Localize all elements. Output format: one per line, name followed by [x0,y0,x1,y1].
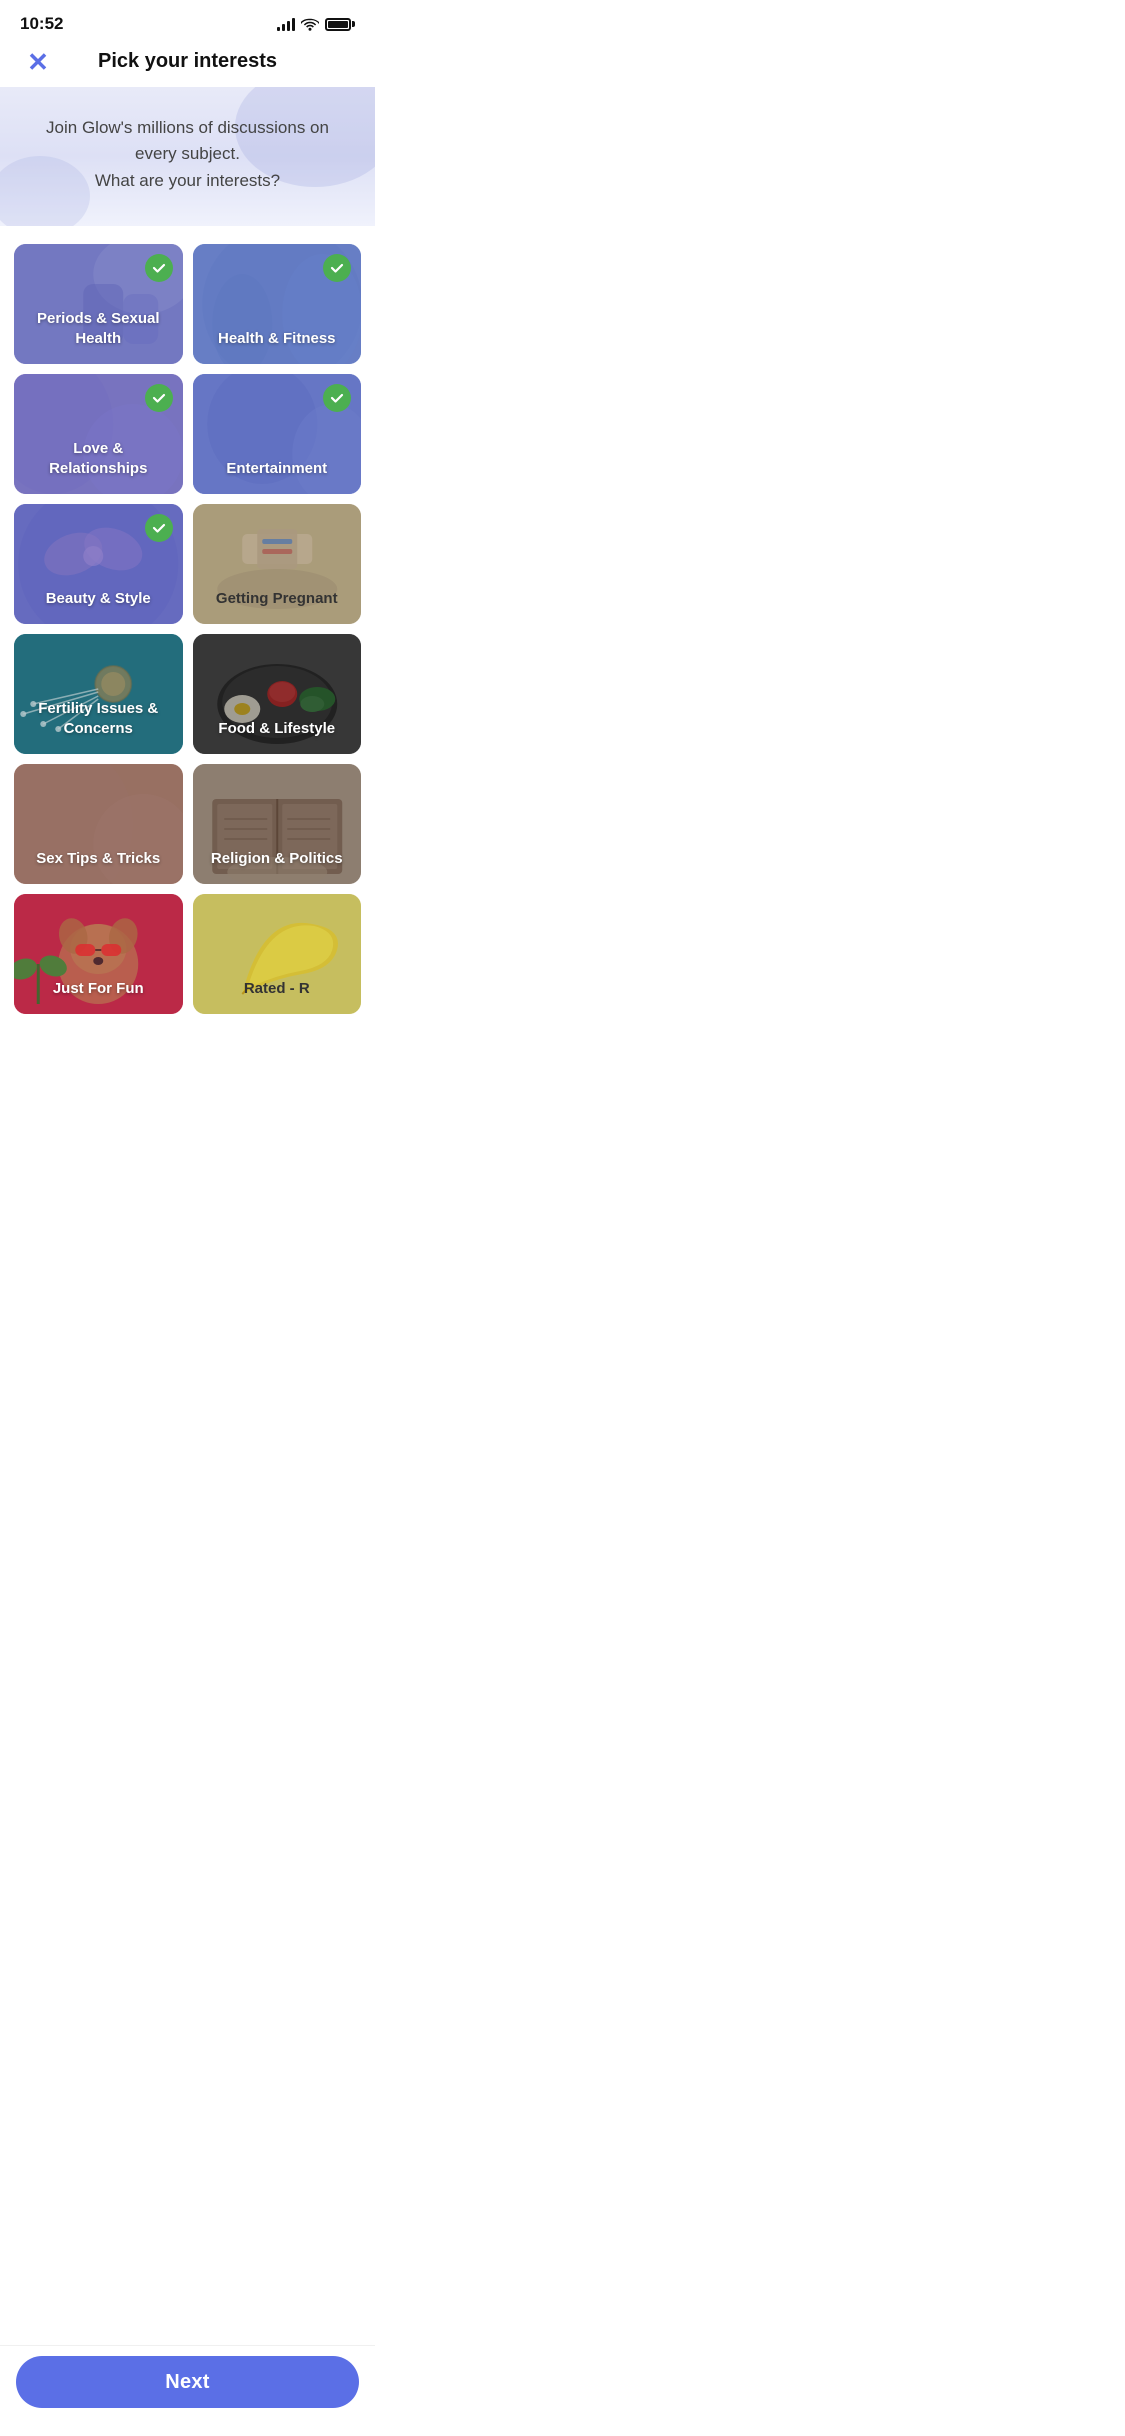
card-food[interactable]: Food & Lifestyle [193,634,362,754]
check-badge [145,254,173,282]
close-button[interactable]: ✕ [20,44,56,80]
card-label-religion: Religion & Politics [201,849,353,885]
card-religion[interactable]: Religion & Politics [193,764,362,884]
card-love[interactable]: Love & Relationships [14,374,183,494]
card-sex-tips[interactable]: Sex Tips & Tricks [14,764,183,884]
bottom-bar: Next [0,2345,375,2436]
status-bar: 10:52 [0,0,375,42]
signal-icon [277,17,295,31]
card-periods[interactable]: Periods & Sexual Health [14,244,183,364]
card-entertainment[interactable]: Entertainment [193,374,362,494]
status-icons [277,17,355,31]
card-label-fun: Just For Fun [43,979,154,1015]
interest-grid: Periods & Sexual Health Health & Fitness [0,226,375,1114]
card-label-sex-tips: Sex Tips & Tricks [26,849,170,885]
check-badge [145,384,173,412]
card-beauty[interactable]: Beauty & Style [14,504,183,624]
page-title: Pick your interests [98,50,277,73]
next-button[interactable]: Next [16,2356,359,2408]
hero-section: Join Glow's millions of discussions onev… [0,87,375,226]
hero-text: Join Glow's millions of discussions onev… [30,115,345,194]
card-getting-pregnant[interactable]: Getting Pregnant [193,504,362,624]
card-label-getting-pregnant: Getting Pregnant [206,589,348,625]
check-badge [145,514,173,542]
status-time: 10:52 [20,14,63,34]
card-health[interactable]: Health & Fitness [193,244,362,364]
card-label-food: Food & Lifestyle [208,719,345,755]
card-fertility[interactable]: Fertility Issues & Concerns [14,634,183,754]
header: ✕ Pick your interests [0,42,375,87]
card-label-periods: Periods & Sexual Health [14,309,183,364]
card-label-health: Health & Fitness [208,329,346,365]
close-icon: ✕ [27,49,49,75]
card-label-beauty: Beauty & Style [36,589,161,625]
card-label-fertility: Fertility Issues & Concerns [14,699,183,754]
wifi-icon [301,17,319,31]
battery-icon [325,18,355,31]
card-rated-r[interactable]: Rated - R [193,894,362,1014]
check-badge [323,384,351,412]
card-fun[interactable]: Just For Fun [14,894,183,1014]
card-label-rated: Rated - R [234,979,320,1015]
card-label-entertainment: Entertainment [216,459,337,495]
card-label-love: Love & Relationships [14,439,183,494]
check-badge [323,254,351,282]
